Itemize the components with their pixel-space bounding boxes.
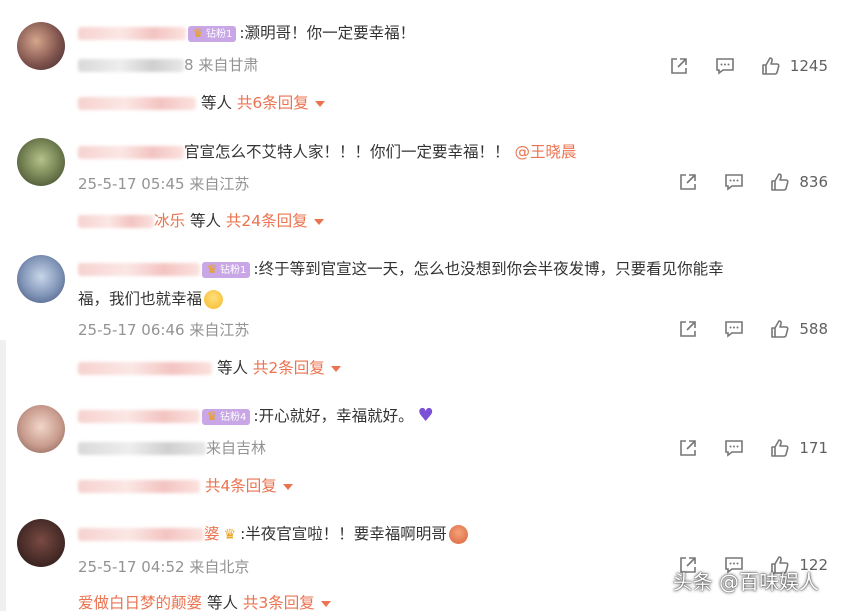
comment-icon	[725, 321, 744, 338]
chevron-down-icon	[313, 218, 324, 225]
reply-count-link[interactable]: 共4条回复	[205, 477, 277, 495]
comment-text: :半夜官宣啦！！要幸福啊明哥	[240, 525, 447, 543]
fan-badge: ♛ 钻粉1	[202, 261, 251, 278]
comment-meta: 来自吉林	[78, 437, 266, 458]
thumbs-up-icon	[771, 173, 789, 191]
chevron-down-icon	[330, 365, 341, 372]
comment-icon	[725, 440, 744, 457]
share-button[interactable]	[677, 437, 699, 459]
comment-text: :终于等到官宣这一天，怎么也没想到你会半夜发博，只要看见你能幸	[253, 260, 724, 278]
comment-meta: 25-5-17 06:46 来自江苏	[78, 321, 250, 339]
reply-count-link[interactable]: 共2条回复	[253, 359, 325, 377]
face-emoji-icon	[448, 525, 468, 544]
like-button[interactable]: 836	[769, 171, 828, 193]
thumbs-up-icon	[762, 57, 780, 75]
reply-count-link[interactable]: 共3条回复	[243, 594, 315, 612]
comment-button[interactable]	[723, 437, 745, 459]
crown-icon: ♛	[206, 408, 218, 423]
like-count: 588	[799, 320, 828, 338]
comment-actions: 836	[653, 171, 828, 193]
share-button[interactable]	[668, 55, 690, 77]
username-blurred[interactable]	[78, 263, 200, 276]
comment-meta: 25-5-17 05:45 来自江苏	[78, 175, 250, 193]
comment-text-line: 福，我们也就幸福	[78, 288, 224, 310]
thumbs-up-icon	[771, 439, 789, 457]
reply-summary[interactable]: 等人 共2条回复	[78, 356, 341, 378]
comment-button[interactable]	[723, 318, 745, 340]
reply-summary[interactable]: 爱做白日梦的颠婆 等人 共3条回复	[78, 591, 331, 613]
comment-text-line: 官宣怎么不艾特人家！！！你们一定要幸福！！ @王晓晨	[78, 141, 576, 163]
username-blurred[interactable]	[78, 528, 204, 541]
chevron-down-icon	[314, 100, 325, 107]
comment-button[interactable]	[723, 171, 745, 193]
comment-actions: 171	[653, 437, 828, 459]
comment-text: 官宣怎么不艾特人家！！！你们一定要幸福！！	[184, 143, 510, 161]
like-count: 1245	[789, 57, 828, 75]
fan-badge: ♛ 钻粉4	[202, 408, 251, 425]
like-button[interactable]: 171	[769, 437, 828, 459]
like-count: 171	[799, 439, 828, 457]
comment-icon	[716, 58, 734, 75]
reply-summary[interactable]: 共4条回复	[78, 474, 293, 496]
like-count: 836	[799, 173, 828, 191]
share-icon	[680, 321, 697, 337]
reply-summary[interactable]: 等人 共6条回复	[78, 91, 325, 113]
reply-count-link[interactable]: 共6条回复	[237, 94, 309, 112]
comment-button[interactable]	[714, 55, 736, 77]
share-icon	[671, 58, 687, 74]
watermark: 头条 @百味娱人	[672, 570, 819, 594]
mention-link[interactable]: @王晓晨	[514, 143, 576, 161]
chevron-down-icon	[282, 483, 293, 490]
avatar[interactable]	[17, 405, 65, 453]
reply-summary[interactable]: 冰乐 等人 共24条回复	[78, 209, 324, 231]
crown-icon: ♛	[192, 25, 204, 40]
share-button[interactable]	[677, 171, 699, 193]
comment-text-line: ♛ 钻粉1:终于等到官宣这一天，怎么也没想到你会半夜发博，只要看见你能幸	[78, 258, 724, 280]
crown-icon: ♛	[223, 527, 237, 543]
username-blurred[interactable]	[78, 27, 186, 40]
like-button[interactable]: 1245	[760, 55, 828, 77]
reply-count-link[interactable]: 共24条回复	[226, 212, 308, 230]
chevron-down-icon	[320, 600, 331, 607]
comment-text: :开心就好，幸福就好。	[253, 407, 414, 425]
comment-text: :灏明哥！你一定要幸福！	[239, 24, 416, 42]
comment-text: 福，我们也就幸福	[78, 290, 203, 308]
fan-badge: ♛ 钻粉1	[188, 25, 237, 42]
scroll-edge	[0, 340, 6, 611]
comment-meta: 8 来自甘肃	[78, 54, 258, 75]
comment-actions: 588	[653, 318, 828, 340]
comment-meta: 25-5-17 04:52 来自北京	[78, 558, 250, 576]
comment-actions: 1245	[644, 55, 828, 77]
comment-text-line: ♛ 钻粉1:灏明哥！你一定要幸福！	[78, 22, 415, 44]
avatar[interactable]	[17, 138, 65, 186]
avatar[interactable]	[17, 255, 65, 303]
avatar[interactable]	[17, 519, 65, 567]
crown-icon: ♛	[206, 261, 218, 276]
share-icon	[680, 174, 697, 190]
comment-text-line: ♛ 钻粉4:开心就好，幸福就好。 ♥	[78, 405, 434, 427]
purple-heart-icon: ♥	[417, 405, 434, 426]
crying-face-icon	[204, 290, 224, 309]
share-button[interactable]	[677, 318, 699, 340]
share-icon	[680, 440, 697, 456]
comment-text-line: 婆 ♛:半夜官宣啦！！要幸福啊明哥	[78, 523, 468, 546]
thumbs-up-icon	[771, 320, 789, 338]
avatar[interactable]	[17, 22, 65, 70]
username-blurred[interactable]	[78, 146, 184, 159]
username-blurred[interactable]	[78, 410, 200, 423]
like-button[interactable]: 588	[769, 318, 828, 340]
comment-icon	[725, 174, 744, 191]
